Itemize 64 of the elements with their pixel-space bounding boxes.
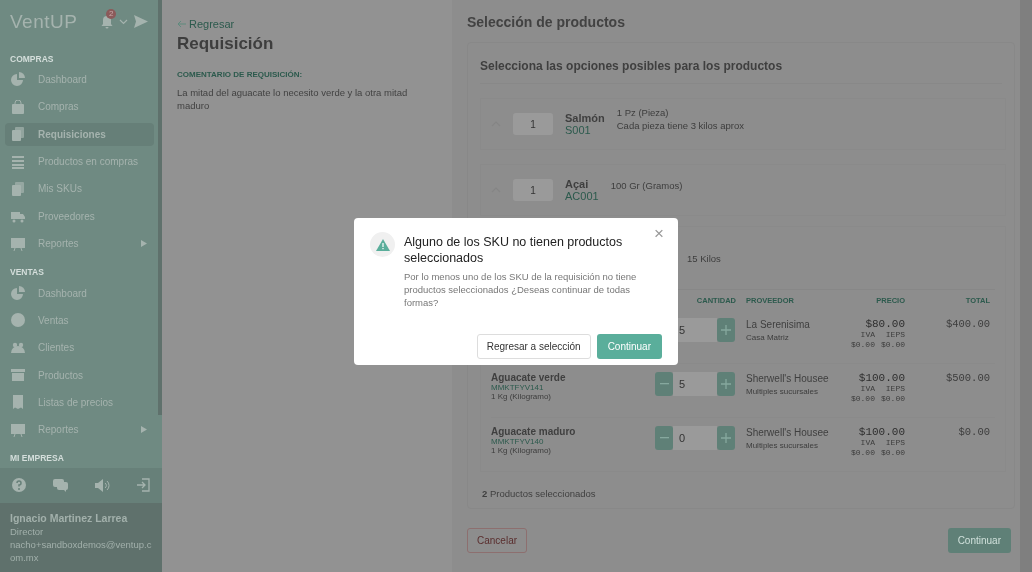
back-to-selection-button[interactable]: Regresar a selección bbox=[476, 334, 591, 359]
price: $80.00 bbox=[865, 318, 905, 330]
sku-unit: 1 Pz (Pieza) bbox=[616, 106, 670, 119]
provider-branch: Multiples sucursales bbox=[746, 386, 820, 398]
sku-unit: 100 Gr (Gramos) bbox=[610, 178, 683, 192]
comment-label: COMENTARIO DE REQUISICIÓN: bbox=[177, 70, 304, 79]
product-unit: 1 Kg (Kilogramo) bbox=[491, 392, 553, 401]
line-total: $400.00 bbox=[944, 318, 990, 332]
tax-label: IVA bbox=[860, 438, 875, 448]
tax-amount: $0.00 bbox=[850, 394, 875, 404]
provider-name: Sherwell's Housee bbox=[746, 426, 830, 439]
cancel-button[interactable]: Cancelar bbox=[467, 528, 528, 553]
nav-item[interactable]: Requisiciones bbox=[5, 122, 154, 146]
sku-note: Cada pieza tiene 3 kilos aprox bbox=[616, 119, 744, 132]
price: $100.00 bbox=[858, 372, 905, 384]
section-heading: MI EMPRESA bbox=[9, 452, 65, 466]
selected-count: 2 Productos seleccionados bbox=[481, 488, 597, 499]
page-title: Requisición bbox=[177, 34, 275, 54]
section-heading: VENTAS bbox=[9, 266, 45, 280]
product-code: MMKTFYV140 bbox=[491, 437, 545, 446]
tax-amount: $0.00 bbox=[881, 394, 905, 404]
user-email: nacho+sandboxdemos@ventup.com.mx bbox=[10, 537, 152, 564]
tax-amount: $0.00 bbox=[850, 448, 875, 458]
product-unit: 1 Kg (Kilogramo) bbox=[491, 446, 553, 455]
line-total: $500.00 bbox=[944, 372, 990, 386]
provider-name: La Serenisima bbox=[746, 318, 811, 331]
tax-label: IEPS bbox=[885, 384, 905, 394]
sku-name: Açai bbox=[565, 178, 590, 190]
quantity-field[interactable]: 0 bbox=[673, 426, 717, 450]
sku-name: Salmón bbox=[565, 112, 605, 124]
tax-label: IVA bbox=[860, 384, 875, 394]
tax-amount: $0.00 bbox=[850, 340, 875, 350]
product-name: Aguacate maduro bbox=[491, 426, 577, 437]
continue-button[interactable]: Continuar bbox=[947, 528, 1011, 553]
tax-amount: $0.00 bbox=[881, 448, 905, 458]
product-code: MMKTFYV141 bbox=[491, 383, 545, 392]
provider-branch: Casa Matriz bbox=[746, 332, 790, 344]
card-title: Selecciona las opciones posibles para los productos bbox=[480, 59, 1002, 84]
price: $100.00 bbox=[858, 426, 905, 438]
quantity-field[interactable]: 1 bbox=[513, 179, 553, 201]
sku-code: S001 bbox=[565, 124, 592, 136]
sku-note: 15 Kilos bbox=[687, 252, 721, 264]
tax-amount: $0.00 bbox=[881, 340, 905, 350]
back-link[interactable]: Regresar bbox=[177, 18, 235, 30]
comment-text: La mitad del aguacate lo necesito verde y la otra mitad maduro bbox=[177, 86, 409, 112]
section-title: Selección de productos bbox=[467, 14, 626, 30]
sku-code: AC001 bbox=[565, 190, 599, 202]
user-name: Ignacio Martinez Larrea bbox=[10, 511, 129, 525]
quantity-field[interactable]: 1 bbox=[513, 113, 553, 135]
provider-name: Sherwell's Housee bbox=[746, 372, 830, 385]
tax-label: IEPS bbox=[885, 438, 905, 448]
section-heading: COMPRAS bbox=[9, 52, 55, 66]
quantity-field[interactable]: 5 bbox=[673, 372, 717, 396]
product-name: Aguacate verde bbox=[491, 372, 567, 383]
line-total: $0.00 bbox=[957, 426, 990, 440]
tax-label: IEPS bbox=[885, 330, 905, 340]
notification-badge: 2 bbox=[106, 8, 117, 19]
tax-label: IVA bbox=[860, 330, 875, 340]
provider-branch: Multiples sucursales bbox=[746, 440, 820, 452]
continue-button[interactable]: Continuar bbox=[596, 334, 662, 359]
close-button[interactable]: × bbox=[652, 224, 666, 244]
user-role: Director bbox=[10, 524, 45, 538]
dialog-message: Por lo menos uno de los SKU de la requisición no tiene productos seleccionados ¿Deseas continuar de todas formas? bbox=[404, 270, 638, 309]
dialog-title: Alguno de los SKU no tienen productos seleccionados bbox=[404, 234, 624, 266]
